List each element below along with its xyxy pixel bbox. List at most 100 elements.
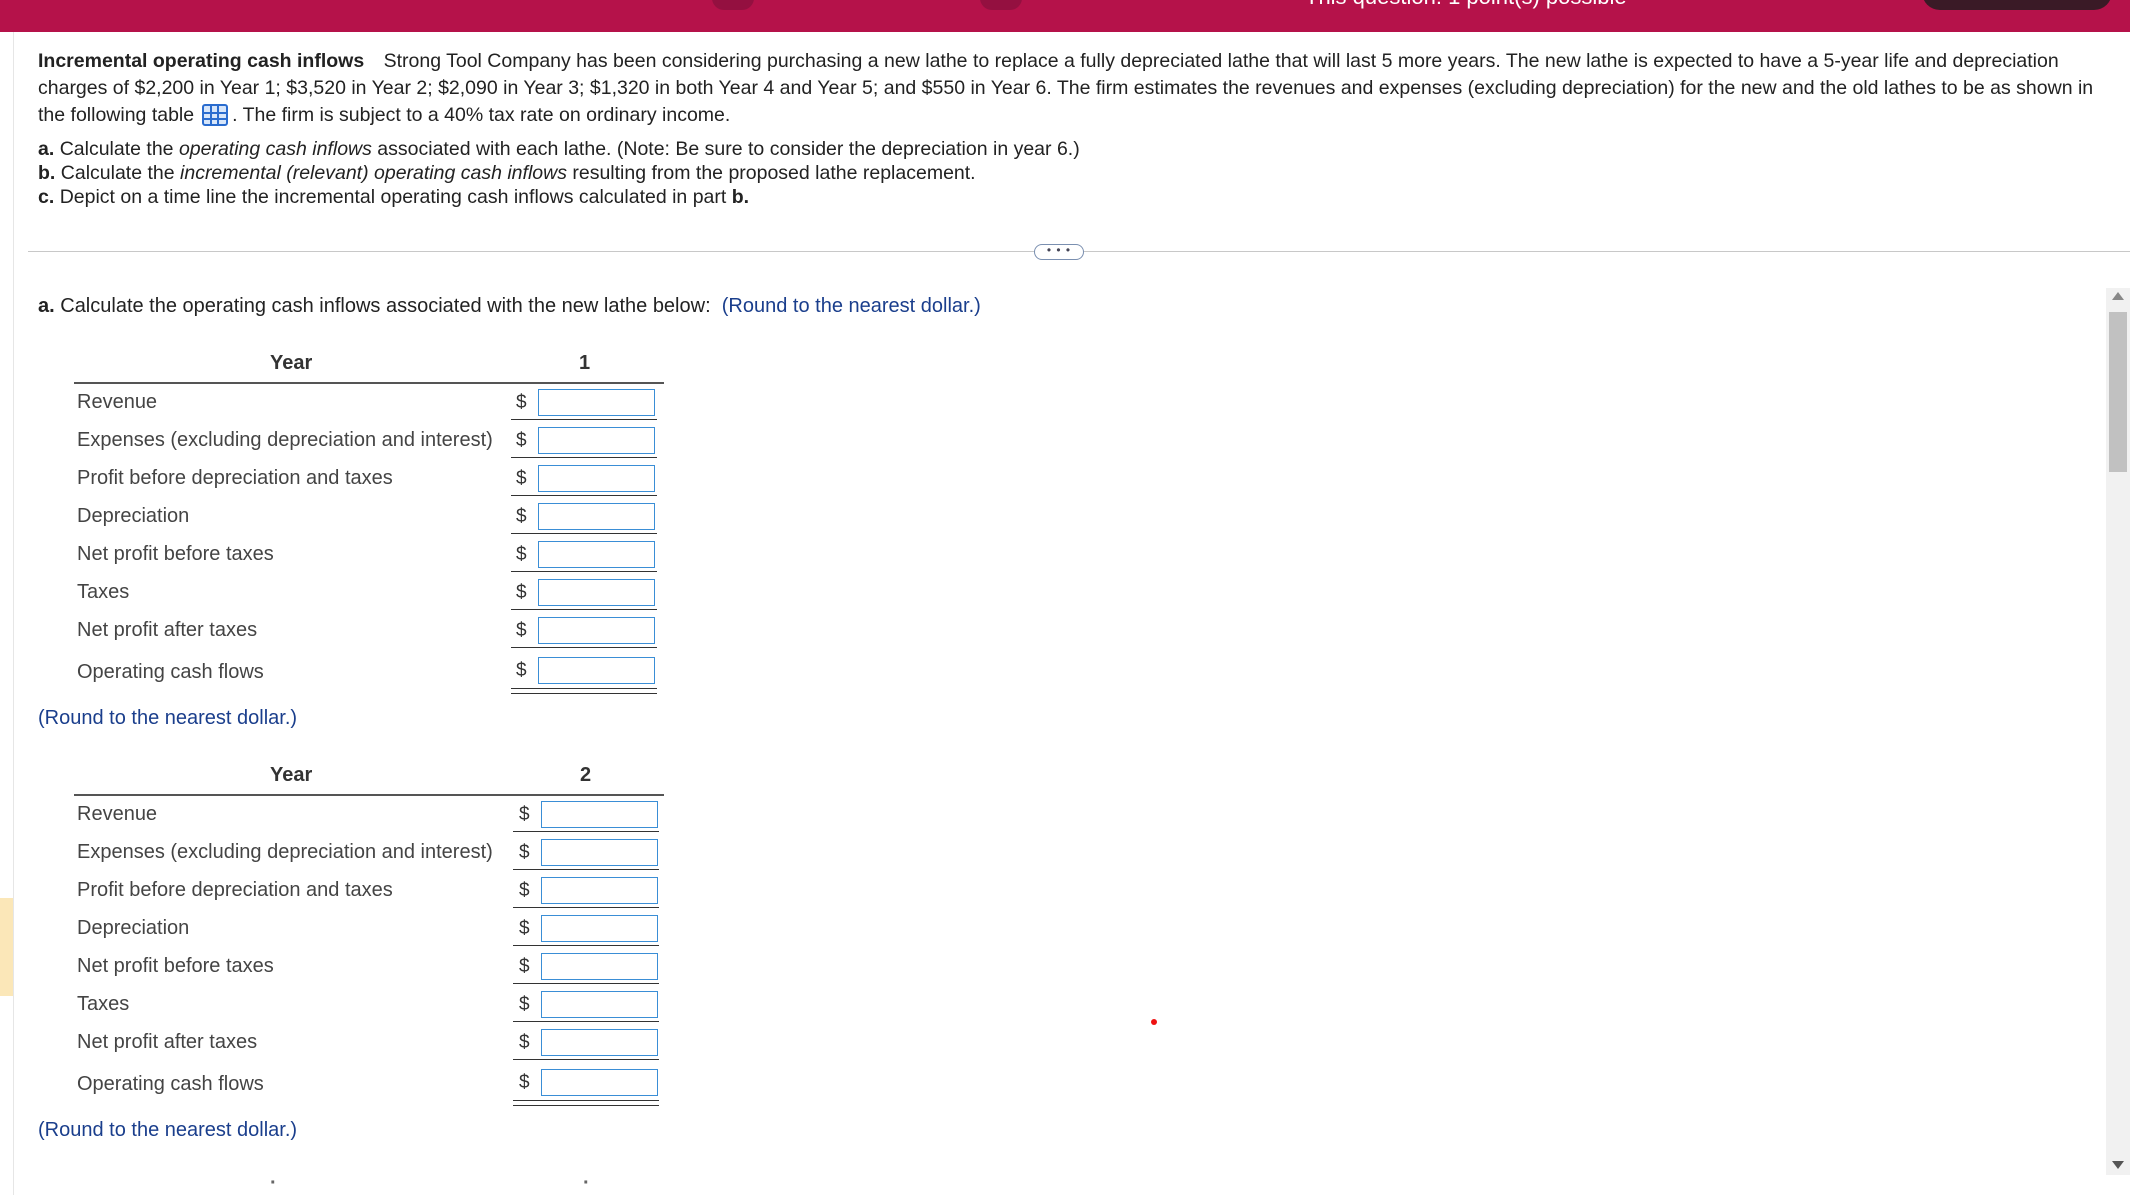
row-label: Profit before depreciation and taxes bbox=[77, 879, 393, 901]
vertical-scrollbar[interactable] bbox=[2106, 288, 2130, 1175]
table-row: Net profit after taxes $ bbox=[74, 612, 664, 650]
row-label: Profit before depreciation and taxes bbox=[77, 467, 393, 489]
row-label: Operating cash flows bbox=[77, 661, 264, 683]
top-action-button[interactable] bbox=[1922, 0, 2112, 10]
amount-input[interactable] bbox=[538, 579, 655, 606]
amount-input[interactable] bbox=[538, 541, 655, 568]
currency-symbol: $ bbox=[519, 842, 530, 863]
table-row: Net profit after taxes $ bbox=[74, 1024, 664, 1062]
double-underline bbox=[511, 688, 657, 694]
table-row: Net profit before taxes $ bbox=[74, 536, 664, 574]
cell-underline bbox=[513, 831, 659, 832]
table-row: Expenses (excluding depreciation and int… bbox=[74, 422, 664, 460]
amount-input[interactable] bbox=[541, 839, 658, 866]
table-row: Operating cash flows $ bbox=[74, 650, 664, 694]
year-value: 1 bbox=[579, 352, 591, 374]
amount-input[interactable] bbox=[538, 617, 655, 644]
cell-underline bbox=[513, 907, 659, 908]
currency-symbol: $ bbox=[519, 1032, 530, 1053]
nav-pill-right[interactable] bbox=[980, 0, 1022, 10]
problem-text-tail: . The firm is subject to a 40% tax rate … bbox=[232, 104, 731, 126]
currency-symbol: $ bbox=[519, 918, 530, 939]
currency-symbol: $ bbox=[516, 544, 527, 565]
row-label: Revenue bbox=[77, 391, 158, 413]
part-a: a. Calculate the operating cash inflows … bbox=[38, 138, 1080, 160]
next-table-cut-header: · bbox=[270, 1172, 277, 1194]
table-row: Taxes $ bbox=[74, 574, 664, 612]
expand-more-button[interactable]: • • • bbox=[1034, 244, 1084, 260]
currency-symbol: $ bbox=[516, 430, 527, 451]
amount-input[interactable] bbox=[541, 991, 658, 1018]
row-label: Net profit before taxes bbox=[77, 543, 274, 565]
next-table-cut-value: · bbox=[583, 1172, 590, 1194]
scroll-down-arrow-icon[interactable] bbox=[2112, 1161, 2124, 1169]
cell-underline bbox=[513, 1059, 659, 1060]
cell-underline bbox=[511, 457, 657, 458]
cell-underline bbox=[511, 495, 657, 496]
table-row: Net profit before taxes $ bbox=[74, 948, 664, 986]
round-note-2: (Round to the nearest dollar.) bbox=[38, 1119, 298, 1141]
cell-underline bbox=[511, 571, 657, 572]
cell-underline bbox=[511, 609, 657, 610]
amount-input[interactable] bbox=[538, 657, 655, 684]
year-header: Year bbox=[270, 764, 313, 786]
row-label: Expenses (excluding depreciation and int… bbox=[77, 429, 493, 451]
table-row: Revenue $ bbox=[74, 796, 664, 834]
cell-underline bbox=[511, 647, 657, 648]
currency-symbol: $ bbox=[519, 804, 530, 825]
table-rows: Revenue $ Expenses (excluding depreciation… bbox=[74, 796, 664, 1106]
table-header: Year 1 bbox=[74, 346, 664, 384]
currency-symbol: $ bbox=[519, 1072, 530, 1093]
amount-input[interactable] bbox=[538, 503, 655, 530]
currency-symbol: $ bbox=[516, 468, 527, 489]
row-label: Taxes bbox=[77, 993, 130, 1015]
round-hint: (Round to the nearest dollar.) bbox=[721, 295, 981, 317]
amount-input[interactable] bbox=[541, 1069, 658, 1096]
amount-input[interactable] bbox=[541, 1029, 658, 1056]
table-row: Operating cash flows $ bbox=[74, 1062, 664, 1106]
points-possible-text: This question: 1 point(s) possible bbox=[1305, 0, 1627, 10]
currency-symbol: $ bbox=[516, 506, 527, 527]
part-b: b. Calculate the incremental (relevant) … bbox=[38, 162, 976, 184]
table-row: Depreciation $ bbox=[74, 910, 664, 948]
currency-symbol: $ bbox=[516, 660, 527, 681]
scroll-up-arrow-icon[interactable] bbox=[2112, 292, 2124, 300]
table-row: Depreciation $ bbox=[74, 498, 664, 536]
currency-symbol: $ bbox=[516, 620, 527, 641]
table-icon[interactable] bbox=[202, 104, 229, 126]
row-label: Operating cash flows bbox=[77, 1073, 264, 1095]
row-label: Net profit before taxes bbox=[77, 955, 274, 977]
amount-input[interactable] bbox=[541, 801, 658, 828]
part-c: c. Depict on a time line the incremental… bbox=[38, 186, 750, 208]
problem-statement: Incremental operating cash inflows Stron… bbox=[38, 48, 2108, 129]
row-label: Depreciation bbox=[77, 505, 190, 527]
amount-input[interactable] bbox=[541, 915, 658, 942]
nav-pill-left[interactable] bbox=[712, 0, 754, 10]
problem-title: Incremental operating cash inflows bbox=[38, 50, 365, 72]
currency-symbol: $ bbox=[519, 956, 530, 977]
currency-symbol: $ bbox=[519, 994, 530, 1015]
cash-flow-table-year-2: Year 2 Revenue $ Expenses (excluding depre… bbox=[74, 758, 664, 1106]
row-label: Net profit after taxes bbox=[77, 619, 258, 641]
amount-input[interactable] bbox=[538, 389, 655, 416]
double-underline bbox=[513, 1100, 659, 1106]
scroll-thumb[interactable] bbox=[2109, 312, 2127, 472]
currency-symbol: $ bbox=[516, 582, 527, 603]
round-note-1: (Round to the nearest dollar.) bbox=[38, 707, 298, 729]
amount-input[interactable] bbox=[538, 427, 655, 454]
table-rows: Revenue $ Expenses (excluding depreciation… bbox=[74, 384, 664, 694]
cell-underline bbox=[511, 533, 657, 534]
cell-underline bbox=[513, 869, 659, 870]
table-row: Profit before depreciation and taxes $ bbox=[74, 460, 664, 498]
amount-input[interactable] bbox=[541, 953, 658, 980]
table-row: Taxes $ bbox=[74, 986, 664, 1024]
amount-input[interactable] bbox=[541, 877, 658, 904]
cell-underline bbox=[513, 983, 659, 984]
cash-flow-table-year-1: Year 1 Revenue $ Expenses (excluding depre… bbox=[74, 346, 664, 694]
amount-input[interactable] bbox=[538, 465, 655, 492]
row-label: Depreciation bbox=[77, 917, 190, 939]
row-label: Net profit after taxes bbox=[77, 1031, 258, 1053]
question-parts: a. Calculate the operating cash inflows … bbox=[38, 137, 1080, 209]
year-header: Year bbox=[270, 352, 313, 374]
table-row: Expenses (excluding depreciation and int… bbox=[74, 834, 664, 872]
